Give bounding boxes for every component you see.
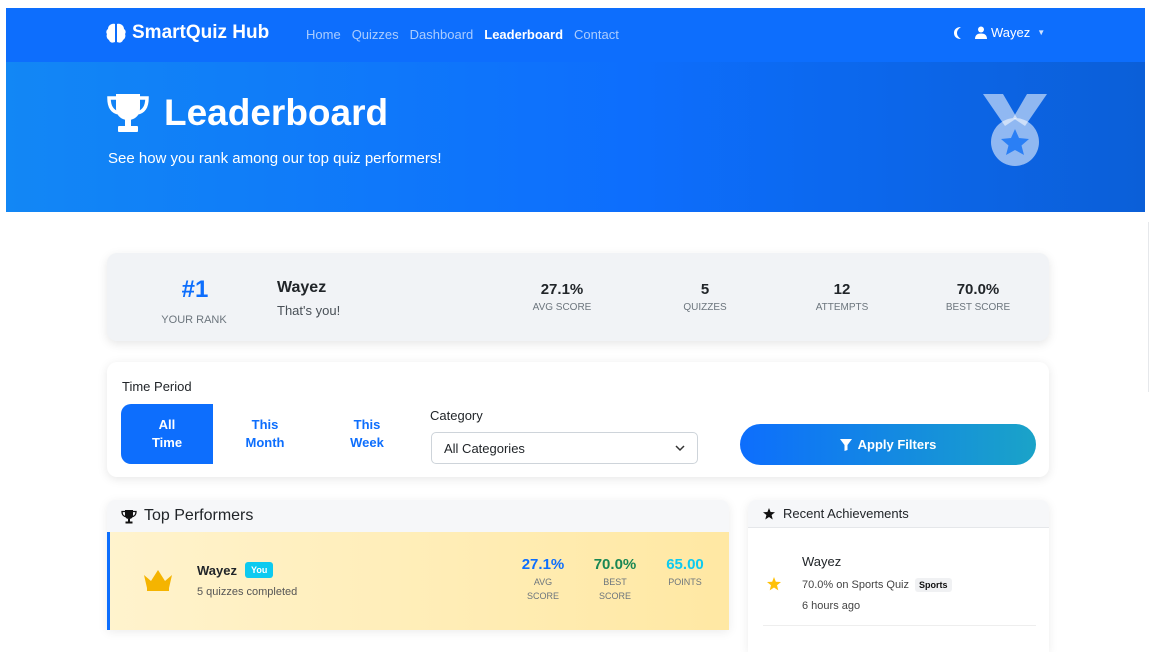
achievements-title: Recent Achievements (783, 506, 909, 521)
nav-link-leaderboard[interactable]: Leaderboard (484, 27, 563, 42)
time-period-label: Time Period (122, 379, 192, 394)
page-subtitle: See how you rank among our top quiz perf… (108, 150, 442, 167)
nav-right: Wayez ▼ (953, 25, 1045, 40)
navbar: SmartQuiz Hub Home Quizzes Dashboard Lea… (6, 8, 1145, 62)
pstat-value: 70.0% (593, 556, 637, 573)
stat-best-score: 70.0% BEST SCORE (918, 281, 1038, 313)
leaderboard-row[interactable]: Wayez You 5 quizzes completed 27.1% AVG S… (107, 532, 729, 630)
star-icon (763, 507, 775, 519)
pstat-value: 65.00 (666, 556, 704, 573)
rank-label: YOUR RANK (161, 314, 227, 326)
page-title: Leaderboard (164, 92, 389, 133)
pstat-value: 27.1% (521, 556, 565, 573)
period-line: This (353, 417, 381, 433)
pstat-label: POINTS (650, 576, 720, 590)
chevron-down-icon (675, 445, 685, 452)
caret-down-icon: ▼ (1037, 28, 1046, 37)
nav-link-dashboard[interactable]: Dashboard (410, 27, 474, 42)
medal-icon (983, 94, 1047, 166)
you-badge: You (244, 562, 274, 578)
achievements-header: Recent Achievements (748, 500, 1049, 528)
rank-number: #1 (181, 276, 209, 303)
stat-quizzes: 5 QUIZZES (645, 281, 765, 313)
period-line: This (251, 417, 279, 433)
trophy-icon (107, 94, 149, 132)
brand-name: SmartQuiz Hub (132, 22, 270, 43)
divider (1148, 222, 1149, 392)
category-label: Category (430, 408, 483, 423)
category-select[interactable]: All Categories (431, 432, 698, 464)
stat-label: ATTEMPTS (815, 302, 869, 313)
apply-filters-button[interactable]: Apply Filters (740, 424, 1036, 465)
stat-label: QUIZZES (683, 302, 727, 313)
brain-icon (106, 23, 126, 43)
performer-avg-score: 27.1% AVG SCORE (508, 556, 578, 603)
star-icon (767, 577, 781, 591)
period-this-month[interactable]: This Month (219, 404, 311, 464)
pstat-label-line: AVG (533, 577, 553, 587)
achievement-description: 70.0% on Sports Quiz (802, 579, 910, 591)
crown-icon (144, 570, 172, 591)
period-all-time[interactable]: All Time (121, 404, 213, 464)
top-performers-card: Top Performers Wayez You 5 quizzes compl… (107, 500, 729, 630)
period-line: Week (350, 435, 384, 450)
pstat-label-line: SCORE (526, 590, 559, 601)
brand[interactable]: SmartQuiz Hub (106, 22, 269, 44)
achievement-time: 6 hours ago (802, 600, 861, 612)
top-performers-title: Top Performers (144, 507, 254, 524)
achievement-description-wrap: 70.0% on Sports Quiz Sports (802, 578, 952, 592)
pstat-label-line: SCORE (598, 590, 631, 601)
pstat-label: AVG SCORE (508, 576, 578, 603)
period-line: All (158, 417, 176, 433)
achievement-user: Wayez (802, 554, 842, 569)
period-this-week[interactable]: This Week (321, 404, 413, 464)
stat-avg-score: 27.1% AVG SCORE (502, 281, 622, 313)
stat-value: 5 (700, 281, 710, 298)
user-icon (975, 26, 987, 39)
performer-points: 65.00 POINTS (650, 556, 720, 590)
nav-links: Home Quizzes Dashboard Leaderboard Conta… (306, 27, 619, 42)
performer-name-wrap: Wayez You (197, 562, 274, 578)
apply-filters-label: Apply Filters (857, 437, 937, 452)
category-value: All Categories (444, 440, 525, 456)
user-menu[interactable]: Wayez ▼ (975, 25, 1045, 40)
hero-title: Leaderboard (106, 92, 388, 134)
hero-banner: Leaderboard See how you rank among our t… (6, 62, 1145, 212)
divider (763, 625, 1036, 626)
stat-label: BEST SCORE (945, 302, 1011, 313)
category-badge: Sports (915, 578, 952, 592)
trophy-icon (121, 509, 137, 523)
pstat-label-line: POINTS (668, 577, 702, 587)
filter-card: Time Period All Time This Month This Week C… (107, 362, 1049, 477)
stat-label: AVG SCORE (532, 302, 592, 313)
nav-link-contact[interactable]: Contact (574, 27, 619, 42)
rank-user-note: That's you! (277, 303, 341, 318)
stat-value: 27.1% (540, 281, 584, 298)
stat-value: 70.0% (956, 281, 1000, 298)
recent-achievements-card: Recent Achievements Wayez 70.0% on Sport… (748, 500, 1049, 652)
stat-value: 12 (833, 281, 851, 298)
user-name: Wayez (991, 25, 1031, 40)
filter-icon (839, 438, 852, 451)
moon-icon[interactable] (953, 26, 965, 40)
period-line: Month (245, 435, 285, 450)
pstat-label: BEST SCORE (580, 576, 650, 603)
your-rank-card: #1 YOUR RANK Wayez That's you! 27.1% AVG… (107, 253, 1049, 341)
performer-best-score: 70.0% BEST SCORE (580, 556, 650, 603)
nav-link-quizzes[interactable]: Quizzes (352, 27, 399, 42)
nav-link-home[interactable]: Home (306, 27, 341, 42)
period-line: Time (151, 435, 183, 450)
pstat-label-line: BEST (603, 577, 627, 587)
performer-name: Wayez (197, 562, 237, 578)
stat-attempts: 12 ATTEMPTS (782, 281, 902, 313)
top-performers-header: Top Performers (107, 500, 729, 532)
rank-user-name: Wayez (277, 279, 327, 296)
performer-quiz-count: 5 quizzes completed (197, 586, 298, 598)
